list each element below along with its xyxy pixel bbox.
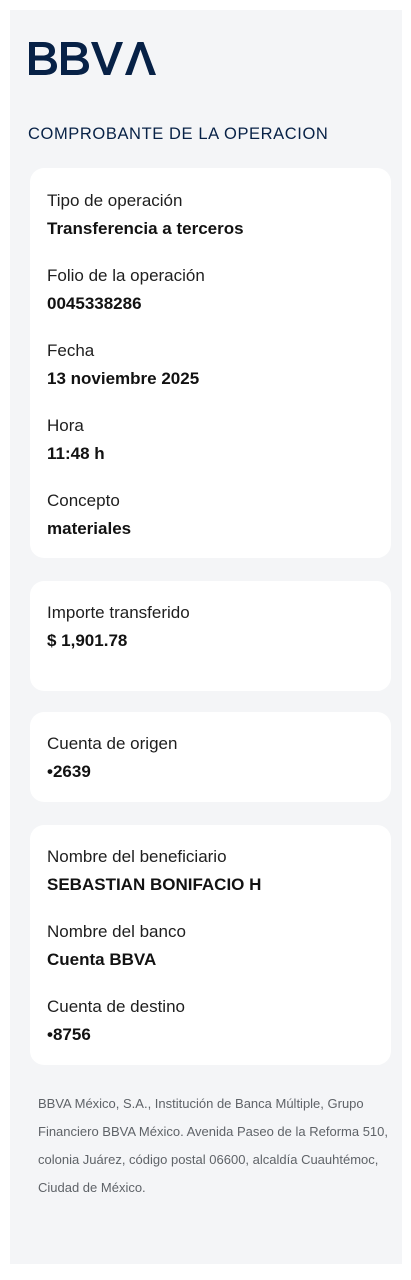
- beneficiary-card: Nombre del beneficiario SEBASTIAN BONIFA…: [30, 825, 391, 1065]
- folio-field: Folio de la operación 0045338286: [47, 265, 205, 315]
- date-field: Fecha 13 noviembre 2025: [47, 340, 199, 390]
- bank-name-value: Cuenta BBVA: [47, 950, 157, 969]
- beneficiary-name-value: SEBASTIAN BONIFACIO H: [47, 875, 262, 894]
- time-label: Hora: [47, 416, 84, 435]
- date-value: 13 noviembre 2025: [47, 369, 200, 388]
- amount-label: Importe transferido: [47, 603, 190, 622]
- receipt-page: COMPROBANTE DE LA OPERACION Tipo de oper…: [10, 10, 402, 1264]
- receipt-title: COMPROBANTE DE LA OPERACION: [28, 125, 329, 143]
- operation-details-card: Tipo de operación Transferencia a tercer…: [30, 168, 391, 558]
- bank-name-label: Nombre del banco: [47, 922, 186, 941]
- folio-label: Folio de la operación: [47, 266, 205, 285]
- destination-account-label: Cuenta de destino: [47, 997, 185, 1016]
- beneficiary-name-field: Nombre del beneficiario SEBASTIAN BONIFA…: [47, 846, 261, 896]
- origin-account-value: •2639: [47, 762, 91, 781]
- origin-account-field: Cuenta de origen •2639: [47, 733, 177, 783]
- destination-account-field: Cuenta de destino •8756: [47, 996, 185, 1046]
- amount-value: $ 1,901.78: [47, 631, 128, 650]
- operation-type-label: Tipo de operación: [47, 191, 183, 210]
- destination-account-value: •8756: [47, 1025, 91, 1044]
- bank-name-field: Nombre del banco Cuenta BBVA: [47, 921, 186, 971]
- beneficiary-name-label: Nombre del beneficiario: [47, 847, 227, 866]
- time-value: 11:48 h: [47, 444, 105, 463]
- amount-card: Importe transferido $ 1,901.78: [30, 581, 391, 691]
- legal-footer: BBVA México, S.A., Institución de Banca …: [38, 1096, 388, 1195]
- operation-type-value: Transferencia a terceros: [47, 219, 244, 238]
- date-label: Fecha: [47, 341, 95, 360]
- origin-account-label: Cuenta de origen: [47, 734, 178, 753]
- folio-value: 0045338286: [47, 294, 142, 313]
- time-field: Hora 11:48 h: [47, 415, 105, 465]
- bbva-logo: [27, 36, 157, 80]
- amount-field: Importe transferido $ 1,901.78: [47, 602, 190, 652]
- concept-label: Concepto: [47, 491, 120, 510]
- origin-account-card: Cuenta de origen •2639: [30, 712, 391, 802]
- operation-type-field: Tipo de operación Transferencia a tercer…: [47, 190, 244, 240]
- concept-field: Concepto materiales: [47, 490, 131, 540]
- concept-value: materiales: [47, 519, 132, 538]
